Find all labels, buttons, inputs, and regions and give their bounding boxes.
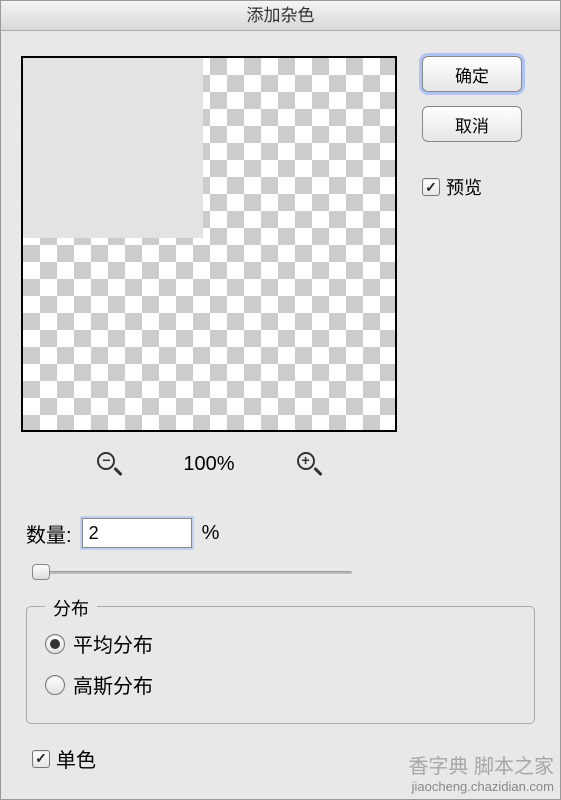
zoom-out-button[interactable]: − [95,450,123,478]
amount-slider[interactable] [32,562,352,582]
zoom-in-icon: + [296,451,322,477]
preview-canvas[interactable] [21,56,397,432]
monochrome-checkbox[interactable] [32,750,50,768]
radio-uniform-label: 平均分布 [73,629,153,658]
dialog-content: − 100% + 确定 取消 预览 [1,31,560,518]
preview-checkbox-label: 预览 [446,174,482,200]
monochrome-label: 单色 [56,744,96,773]
slider-thumb[interactable] [32,564,50,580]
amount-label: 数量: [26,519,72,548]
distribution-group-label: 分布 [45,595,97,621]
right-column: 确定 取消 预览 [422,56,522,498]
add-noise-dialog: 添加杂色 − 100% + [0,0,561,800]
preview-noise-swatch [23,58,203,238]
cancel-button[interactable]: 取消 [422,106,522,142]
amount-row: 数量: % [26,518,535,548]
dialog-title: 添加杂色 [1,1,560,31]
watermark-sub: jiaocheng.chazidian.com [408,779,554,795]
watermark-main: 香字典 脚本之家 [408,755,554,779]
preview-checkbox[interactable] [422,178,440,196]
zoom-out-icon: − [96,451,122,477]
zoom-row: − 100% + [21,440,397,498]
radio-gaussian[interactable] [45,675,65,695]
amount-unit: % [202,522,220,545]
watermark: 香字典 脚本之家 jiaocheng.chazidian.com [408,755,554,795]
zoom-in-button[interactable]: + [295,450,323,478]
radio-uniform[interactable] [45,634,65,654]
left-column: − 100% + [21,56,397,498]
distribution-option-gaussian[interactable]: 高斯分布 [45,664,516,705]
preview-checkbox-row: 预览 [422,174,522,200]
radio-gaussian-label: 高斯分布 [73,670,153,699]
zoom-level-label: 100% [183,453,234,476]
bottom-section: 数量: % 分布 平均分布 高斯分布 单色 [1,518,560,773]
slider-track [32,571,352,575]
distribution-option-uniform[interactable]: 平均分布 [45,623,516,664]
preview-wrapper [21,56,397,432]
amount-input[interactable] [82,518,192,548]
distribution-group: 分布 平均分布 高斯分布 [26,606,535,724]
ok-button[interactable]: 确定 [422,56,522,92]
